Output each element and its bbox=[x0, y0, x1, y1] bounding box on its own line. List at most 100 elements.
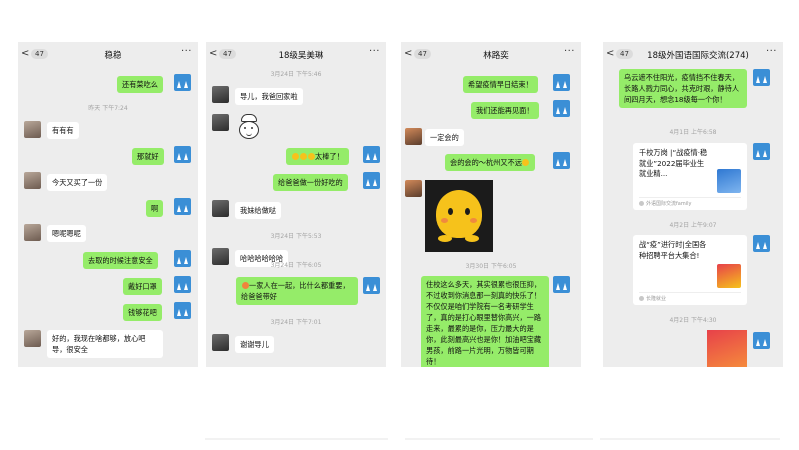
chef-sticker-image[interactable] bbox=[233, 112, 265, 142]
message-text: 太棒了！ bbox=[315, 152, 344, 161]
more-options-icon[interactable]: ··· bbox=[369, 46, 380, 57]
timestamp: 4月2日 上午9:07 bbox=[669, 222, 717, 229]
timestamp: 4月1日 上午6:58 bbox=[669, 129, 717, 136]
contact-avatar[interactable] bbox=[24, 224, 41, 241]
chat-header: < 47 稳稳 ··· bbox=[18, 42, 198, 69]
card-thumbnail bbox=[717, 169, 741, 193]
user-avatar[interactable] bbox=[553, 74, 570, 91]
user-avatar[interactable] bbox=[553, 152, 570, 169]
message-bubble[interactable]: 那就好 bbox=[132, 148, 164, 165]
chat-header: < 47 林路奕 ··· bbox=[401, 42, 581, 69]
user-avatar[interactable] bbox=[174, 276, 191, 293]
message-bubble[interactable]: 有有有 bbox=[47, 122, 79, 139]
chat-title: 18级外国语国际交流(274) bbox=[647, 51, 749, 61]
contact-avatar[interactable] bbox=[24, 121, 41, 138]
back-chevron-icon[interactable]: < bbox=[404, 48, 412, 59]
chat-panel-group: < 47 18级外国语国际交流(274) ··· 乌云遮不住阳光，疫情挡不住春天… bbox=[603, 42, 783, 367]
duck-foot bbox=[465, 235, 479, 242]
user-avatar[interactable] bbox=[174, 74, 191, 91]
contact-avatar[interactable] bbox=[212, 200, 229, 217]
chat-panel-wumeilin: < 47 18级吴美琳 ··· 3月24日 下午5:46 导儿，我爸回家啦 太棒… bbox=[206, 42, 386, 367]
unread-count-badge[interactable]: 47 bbox=[219, 49, 236, 59]
back-chevron-icon[interactable]: < bbox=[209, 48, 217, 59]
message-bubble[interactable]: 还有菜吃么 bbox=[117, 76, 163, 93]
user-avatar[interactable] bbox=[174, 146, 191, 163]
message-bubble[interactable]: 一定会的 bbox=[425, 129, 464, 146]
user-avatar[interactable] bbox=[553, 100, 570, 117]
user-avatar[interactable] bbox=[174, 250, 191, 267]
message-bubble[interactable]: 导儿，我爸回家啦 bbox=[235, 88, 303, 105]
message-bubble[interactable]: 乌云遮不住阳光，疫情挡不住春天，长路人戮力同心，共克时艰，静待人间四月天，想念1… bbox=[619, 69, 747, 108]
message-bubble[interactable]: 戴好口罩 bbox=[123, 278, 162, 295]
contact-avatar[interactable] bbox=[212, 114, 229, 131]
message-bubble[interactable]: 今天又买了一份 bbox=[47, 174, 108, 191]
more-options-icon[interactable]: ··· bbox=[766, 46, 777, 57]
user-avatar[interactable] bbox=[363, 172, 380, 189]
panel-divider bbox=[405, 438, 593, 440]
user-avatar[interactable] bbox=[363, 146, 380, 163]
duck-cheek bbox=[441, 218, 448, 223]
message-bubble[interactable]: 好的，我现在啥都够，放心吧导，很安全 bbox=[47, 330, 163, 358]
contact-avatar[interactable] bbox=[405, 128, 422, 145]
unread-count-badge[interactable]: 47 bbox=[31, 49, 48, 59]
timestamp: 3月24日 下午5:46 bbox=[270, 71, 322, 78]
message-bubble[interactable]: 我们还能再见面！ bbox=[471, 102, 539, 119]
user-avatar[interactable] bbox=[363, 277, 380, 294]
emoji-icon bbox=[241, 282, 249, 289]
user-avatar[interactable] bbox=[753, 69, 770, 86]
timestamp: 3月24日 下午7:01 bbox=[270, 319, 322, 326]
more-options-icon[interactable]: ··· bbox=[564, 46, 575, 57]
message-bubble[interactable]: 住校这么多天，其实很累也很压抑，不过收到你消息那一刻真的快乐了！不仅仅是咱们学院… bbox=[421, 276, 549, 367]
contact-avatar[interactable] bbox=[405, 180, 422, 197]
message-bubble[interactable]: 钱够花吧 bbox=[123, 304, 162, 321]
message-bubble[interactable]: 谢谢导儿 bbox=[235, 336, 274, 353]
more-options-icon[interactable]: ··· bbox=[181, 46, 192, 57]
message-bubble[interactable]: 一家人在一起，比什么都重要，给爸爸带好 bbox=[236, 277, 358, 305]
user-avatar[interactable] bbox=[753, 332, 770, 349]
recruitment-poster-image[interactable] bbox=[707, 330, 747, 367]
message-bubble[interactable]: 太棒了！ bbox=[286, 148, 349, 165]
back-chevron-icon[interactable]: < bbox=[606, 48, 614, 59]
message-text: 一家人在一起，比什么都重要，给爸爸带好 bbox=[241, 281, 350, 301]
clap-emoji-icon bbox=[307, 153, 315, 160]
message-bubble[interactable]: 我妹给做哒 bbox=[235, 202, 281, 219]
chat-title: 林路奕 bbox=[483, 51, 509, 61]
timestamp: 3月30日 下午6:05 bbox=[465, 263, 517, 270]
user-avatar[interactable] bbox=[553, 276, 570, 293]
unread-count-badge[interactable]: 47 bbox=[616, 49, 633, 59]
chat-title: 18级吴美琳 bbox=[278, 51, 324, 61]
message-bubble[interactable]: 给爸爸做一份好吃的 bbox=[273, 174, 348, 191]
timestamp: 昨天 下午7:24 bbox=[88, 105, 128, 112]
timestamp: 4月2日 下午4:30 bbox=[669, 317, 717, 324]
user-avatar[interactable] bbox=[174, 302, 191, 319]
message-bubble[interactable]: 去取的时候注意安全 bbox=[83, 252, 158, 269]
article-card[interactable]: 战“疫”进行时|全国各种招聘平台大集合! 长隆就业 bbox=[633, 235, 747, 305]
back-chevron-icon[interactable]: < bbox=[21, 48, 29, 59]
chat-header: < 47 18级外国语国际交流(274) ··· bbox=[603, 42, 783, 69]
duck-cheek bbox=[470, 218, 477, 223]
smile-emoji-icon bbox=[522, 159, 530, 166]
message-bubble[interactable]: 嗯呢嗯呢 bbox=[47, 225, 86, 242]
message-bubble[interactable]: 啊 bbox=[146, 200, 164, 217]
yellow-duck-photo[interactable] bbox=[425, 180, 493, 252]
card-source-label: 长隆就业 bbox=[646, 296, 667, 302]
contact-avatar[interactable] bbox=[212, 334, 229, 351]
source-icon bbox=[639, 296, 644, 301]
clap-emoji-icon bbox=[299, 153, 307, 160]
user-avatar[interactable] bbox=[753, 235, 770, 252]
timestamp: 3月24日 下午5:53 bbox=[270, 233, 322, 240]
user-avatar[interactable] bbox=[174, 198, 191, 215]
message-text: 会的会的～杭州又不远 bbox=[450, 158, 522, 167]
card-thumbnail bbox=[717, 264, 741, 288]
article-card[interactable]: 千校万岗 |“战疫情·稳就业”2022届毕业生就业精... 外语国际交流fami… bbox=[633, 143, 747, 210]
message-bubble[interactable]: 希望疫情早日结束！ bbox=[463, 76, 538, 93]
contact-avatar[interactable] bbox=[212, 86, 229, 103]
unread-count-badge[interactable]: 47 bbox=[414, 49, 431, 59]
contact-avatar[interactable] bbox=[24, 330, 41, 347]
contact-avatar[interactable] bbox=[24, 172, 41, 189]
duck-foot bbox=[438, 235, 452, 242]
user-avatar[interactable] bbox=[753, 143, 770, 160]
card-title: 战“疫”进行时|全国各种招聘平台大集合! bbox=[639, 240, 707, 260]
duck-eye bbox=[465, 208, 470, 215]
message-bubble[interactable]: 会的会的～杭州又不远 bbox=[445, 154, 535, 171]
